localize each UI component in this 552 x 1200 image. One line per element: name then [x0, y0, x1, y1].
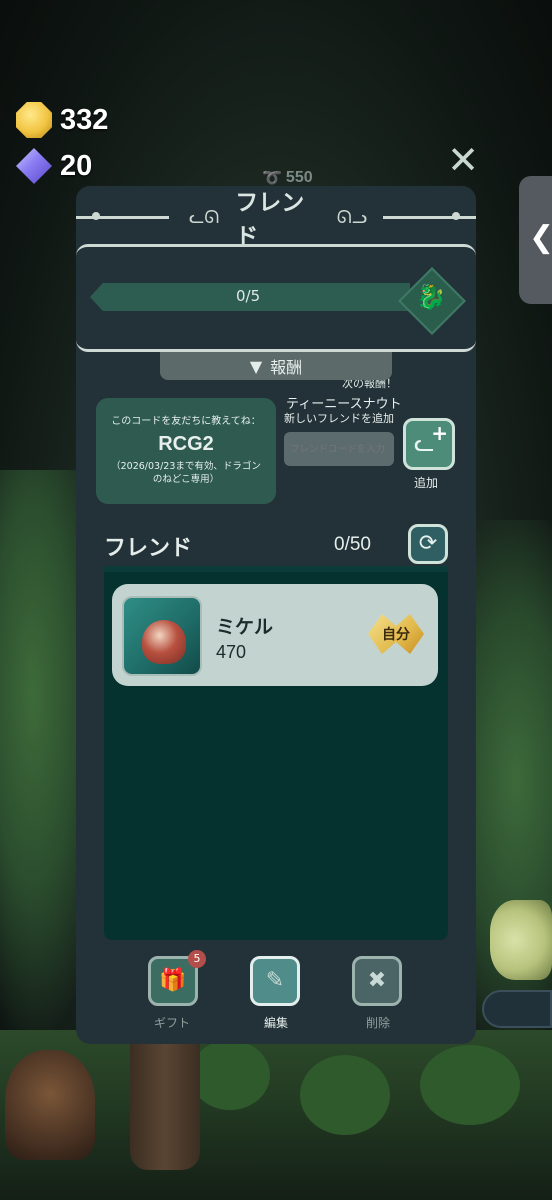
- delete-button[interactable]: ✖: [352, 956, 402, 1006]
- friend-code[interactable]: RCG2: [96, 433, 276, 456]
- gem-icon: [16, 148, 52, 184]
- side-indicator-badge: [482, 990, 552, 1028]
- decorative-line: [383, 211, 476, 220]
- dragon-sprite: [490, 900, 552, 980]
- add-friend-label: 新しいフレンドを追加: [284, 412, 394, 425]
- owl-creature: [5, 1050, 95, 1160]
- rewards-toggle-label: 報酬: [270, 358, 303, 377]
- friend-reward-progress: 0/5 🐉 次の報酬！ ティーニースナウト: [76, 244, 476, 412]
- panel-title: フレンド: [235, 190, 305, 250]
- side-drawer-tab[interactable]: ❮: [519, 176, 552, 304]
- delete-label: 削除: [365, 1016, 390, 1030]
- cat-remove-icon: ✖: [367, 968, 387, 993]
- friend-list-item[interactable]: ミケル 470 自分: [112, 584, 438, 686]
- friends-heading: フレンド: [104, 536, 193, 561]
- triangle-down-icon: ▼: [249, 356, 263, 376]
- gift-icon: 🎁: [159, 968, 187, 993]
- edit-label: 編集: [263, 1016, 288, 1030]
- gift-label: ギフト: [153, 1016, 190, 1030]
- pencil-icon: ✎: [265, 968, 285, 993]
- friends-list[interactable]: ミケル 470 自分: [104, 566, 448, 940]
- friend-score: 470: [216, 642, 247, 662]
- dragon-avatar-icon: [142, 620, 186, 664]
- refresh-icon: ⟳: [418, 531, 438, 556]
- friend-code-input[interactable]: [284, 432, 394, 466]
- chevron-left-icon: ❮: [529, 220, 552, 255]
- friend-code-card: このコードを友だちに教えてね： RCG2 （2026/03/23まで有効、ドラゴ…: [96, 398, 276, 504]
- avatar: [122, 596, 202, 676]
- friend-name: ミケル: [216, 616, 274, 638]
- coin-counter: 332: [16, 102, 108, 138]
- close-button[interactable]: ✕: [445, 141, 481, 179]
- cat-face-icon: ᘏᓗ: [336, 206, 368, 228]
- panel-header: ᓚᘏ フレンド ᘏᓗ: [76, 190, 476, 250]
- coin-amount: 332: [60, 103, 109, 136]
- progress-text: 0/5: [236, 287, 261, 305]
- self-badge: 自分: [368, 614, 424, 654]
- rewards-toggle-button[interactable]: ▼ 報酬: [160, 352, 392, 380]
- plus-icon: +: [431, 421, 448, 445]
- gift-count-badge: 5: [188, 950, 206, 968]
- bush: [190, 1040, 270, 1110]
- gem-counter: 20: [16, 148, 92, 184]
- code-validity: （2026/03/23まで有効、ドラゴンのねどこ専用）: [111, 461, 261, 485]
- gem-amount: 20: [60, 149, 93, 182]
- add-friend-button[interactable]: ᓚ +: [403, 418, 455, 470]
- bush: [300, 1055, 390, 1135]
- edit-button[interactable]: ✎: [250, 956, 300, 1006]
- code-hint: このコードを友だちに教えてね：: [111, 416, 261, 427]
- friends-count: 0/50: [334, 534, 371, 555]
- refresh-button[interactable]: ⟳: [408, 524, 448, 564]
- dragon-reward-icon: 🐉: [416, 283, 446, 311]
- cat-face-icon: ᓚᘏ: [188, 206, 220, 228]
- bush: [420, 1045, 520, 1125]
- friends-panel: ᓚᘏ フレンド ᘏᓗ 0/5 🐉 次の報酬！ ティーニースナウト ▼ 報酬 この…: [76, 186, 476, 1044]
- add-button-label: 追加: [414, 476, 439, 490]
- decorative-line: [76, 211, 169, 220]
- coin-icon: [16, 102, 52, 138]
